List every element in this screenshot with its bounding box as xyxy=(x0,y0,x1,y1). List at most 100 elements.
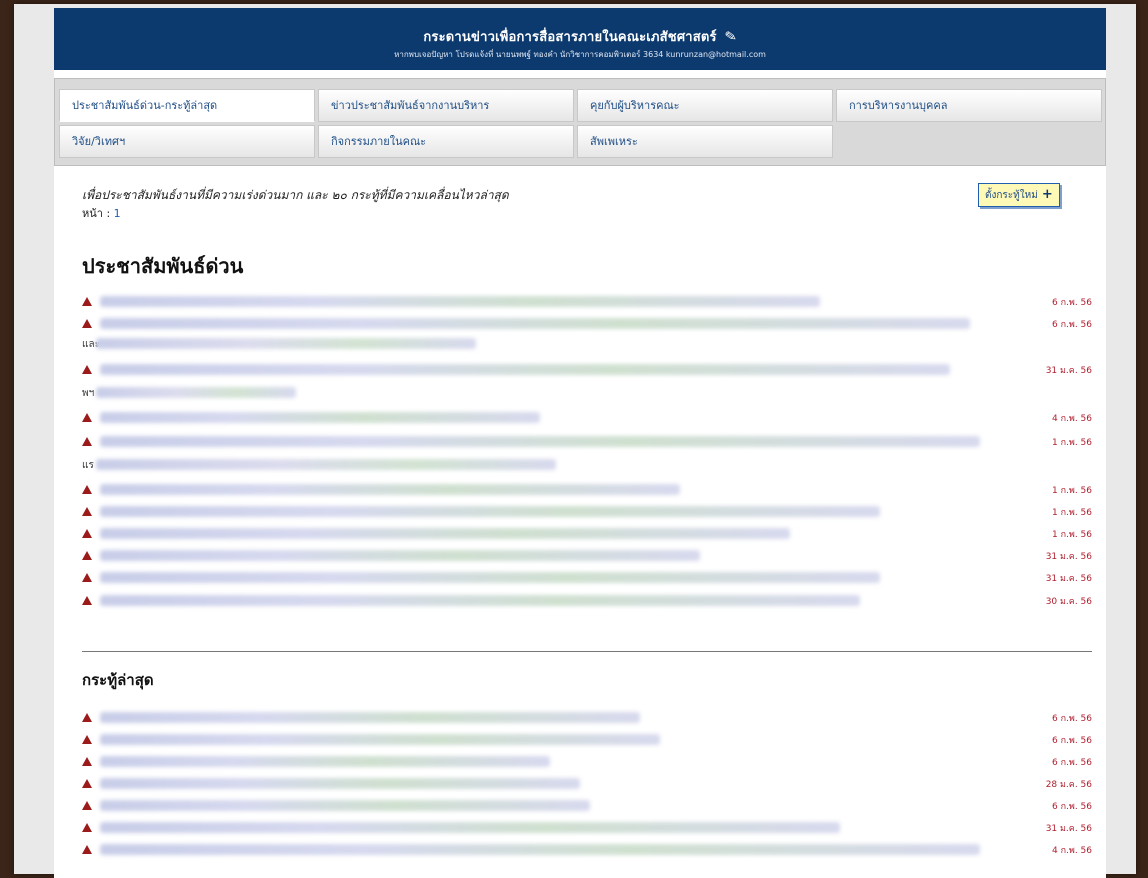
tab-talk-executives[interactable]: คุยกับผู้บริหารคณะ xyxy=(577,89,833,122)
board-container: กระดานข่าวเพื่อการสื่อสารภายในคณะเภสัชศา… xyxy=(54,8,1106,878)
topic-title-blurred[interactable] xyxy=(100,550,700,561)
list-item[interactable]: 6 ก.พ. 56 xyxy=(82,755,1092,769)
post-date: 30 ม.ค. 56 xyxy=(1045,597,1092,607)
topic-title-blurred[interactable] xyxy=(100,412,540,423)
list-item[interactable]: 28 ม.ค. 56 xyxy=(82,777,1092,791)
topic-triangle-icon xyxy=(82,507,92,516)
title-fragment: พฯ xyxy=(82,388,95,399)
topic-triangle-icon xyxy=(82,485,92,494)
topic-triangle-icon xyxy=(82,596,92,605)
list-item-continuation: แร xyxy=(82,458,1092,472)
list-item[interactable]: 6 ก.พ. 56 xyxy=(82,711,1092,725)
post-date: 31 ม.ค. 56 xyxy=(1045,824,1092,834)
topic-title-blurred[interactable] xyxy=(96,338,476,349)
latest-heading: กระทู้ล่าสุด xyxy=(82,671,154,689)
tab-activities[interactable]: กิจกรรมภายในคณะ xyxy=(318,125,574,158)
post-date: 6 ก.พ. 56 xyxy=(1051,736,1092,746)
post-date: 1 ก.พ. 56 xyxy=(1051,508,1092,518)
section-divider xyxy=(82,651,1092,652)
post-date: 6 ก.พ. 56 xyxy=(1051,802,1092,812)
post-date: 31 ม.ค. 56 xyxy=(1045,574,1092,584)
topic-triangle-icon xyxy=(82,823,92,832)
topic-title-blurred[interactable] xyxy=(100,734,660,745)
tab-misc[interactable]: สัพเพเหระ xyxy=(577,125,833,158)
list-item[interactable]: 6 ก.พ. 56 xyxy=(82,295,1092,309)
list-item[interactable]: 4 ก.พ. 56 xyxy=(82,843,1092,857)
topic-triangle-icon xyxy=(82,735,92,744)
post-date: 31 ม.ค. 56 xyxy=(1045,552,1092,562)
topic-title-blurred[interactable] xyxy=(96,459,556,470)
topic-title-blurred[interactable] xyxy=(100,296,820,307)
topic-title-blurred[interactable] xyxy=(100,572,880,583)
list-item[interactable]: 31 ม.ค. 56 xyxy=(82,363,1092,377)
topic-title-blurred[interactable] xyxy=(96,387,296,398)
topic-triangle-icon xyxy=(82,365,92,374)
topic-triangle-icon xyxy=(82,757,92,766)
topic-title-blurred[interactable] xyxy=(100,822,840,833)
post-date: 6 ก.พ. 56 xyxy=(1051,298,1092,308)
list-item[interactable]: 1 ก.พ. 56 xyxy=(82,527,1092,541)
list-item[interactable]: 6 ก.พ. 56 xyxy=(82,799,1092,813)
list-item[interactable]: 1 ก.พ. 56 xyxy=(82,435,1092,449)
pen-icon: ✎ xyxy=(723,28,738,46)
topic-triangle-icon xyxy=(82,551,92,560)
topic-title-blurred[interactable] xyxy=(100,844,980,855)
post-date: 4 ก.พ. 56 xyxy=(1051,414,1092,424)
topic-triangle-icon xyxy=(82,529,92,538)
board-description: เพื่อประชาสัมพันธ์งานที่มีความเร่งด่วนมา… xyxy=(82,188,509,202)
topic-title-blurred[interactable] xyxy=(100,712,640,723)
pagination: หน้า : 1 xyxy=(82,207,121,220)
list-item[interactable]: 4 ก.พ. 56 xyxy=(82,411,1092,425)
title-fragment: แร xyxy=(82,460,94,471)
topic-triangle-icon xyxy=(82,801,92,810)
topic-title-blurred[interactable] xyxy=(100,436,980,447)
post-date: 4 ก.พ. 56 xyxy=(1051,846,1092,856)
topic-triangle-icon xyxy=(82,845,92,854)
post-date: 31 ม.ค. 56 xyxy=(1045,366,1092,376)
topic-triangle-icon xyxy=(82,319,92,328)
list-item[interactable]: 31 ม.ค. 56 xyxy=(82,821,1092,835)
tab-personnel[interactable]: การบริหารงานบุคคล xyxy=(836,89,1102,122)
list-item[interactable]: 31 ม.ค. 56 xyxy=(82,549,1092,563)
list-item[interactable]: 30 ม.ค. 56 xyxy=(82,594,1092,608)
list-item[interactable]: 1 ก.พ. 56 xyxy=(82,505,1092,519)
page-link[interactable]: 1 xyxy=(114,207,121,220)
topic-title-blurred[interactable] xyxy=(100,484,680,495)
list-item[interactable]: 31 ม.ค. 56 xyxy=(82,571,1092,585)
new-topic-button[interactable]: ตั้งกระทู้ใหม่ + xyxy=(978,183,1060,207)
post-date: 6 ก.พ. 56 xyxy=(1051,758,1092,768)
topic-title-blurred[interactable] xyxy=(100,756,550,767)
topic-title-blurred[interactable] xyxy=(100,595,860,606)
post-date: 1 ก.พ. 56 xyxy=(1051,530,1092,540)
tab-research[interactable]: วิจัย/วิเทศฯ xyxy=(59,125,315,158)
post-date: 28 ม.ค. 56 xyxy=(1045,780,1092,790)
site-title: กระดานข่าวเพื่อการสื่อสารภายในคณะเภสัชศา… xyxy=(423,28,738,46)
list-item[interactable]: 6 ก.พ. 56 xyxy=(82,317,1092,331)
list-item-continuation: พฯ xyxy=(82,386,1092,400)
topic-title-blurred[interactable] xyxy=(100,778,580,789)
topic-title-blurred[interactable] xyxy=(100,800,590,811)
topic-title-blurred[interactable] xyxy=(100,318,970,329)
plus-icon: + xyxy=(1041,187,1053,202)
topic-title-blurred[interactable] xyxy=(100,506,880,517)
topic-triangle-icon xyxy=(82,437,92,446)
site-subtitle: หากพบเจอปัญหา โปรดแจ้งที่ นายนพพฐ์ ทองคำ… xyxy=(394,50,766,59)
site-header: กระดานข่าวเพื่อการสื่อสารภายในคณะเภสัชศา… xyxy=(54,8,1106,70)
topic-triangle-icon xyxy=(82,413,92,422)
topic-triangle-icon xyxy=(82,779,92,788)
list-item[interactable]: 6 ก.พ. 56 xyxy=(82,733,1092,747)
list-item[interactable]: 1 ก.พ. 56 xyxy=(82,483,1092,497)
topic-title-blurred[interactable] xyxy=(100,528,790,539)
topic-title-blurred[interactable] xyxy=(100,364,950,375)
tab-urgent-latest[interactable]: ประชาสัมพันธ์ด่วน-กระทู้ล่าสุด xyxy=(59,89,315,122)
post-date: 1 ก.พ. 56 xyxy=(1051,438,1092,448)
topic-triangle-icon xyxy=(82,297,92,306)
category-tabs: ประชาสัมพันธ์ด่วน-กระทู้ล่าสุด ข่าวประชา… xyxy=(54,78,1106,166)
page-frame: กระดานข่าวเพื่อการสื่อสารภายในคณะเภสัชศา… xyxy=(14,4,1136,878)
tab-admin-news[interactable]: ข่าวประชาสัมพันธ์จากงานบริหาร xyxy=(318,89,574,122)
topic-triangle-icon xyxy=(82,573,92,582)
post-date: 6 ก.พ. 56 xyxy=(1051,714,1092,724)
urgent-heading: ประชาสัมพันธ์ด่วน xyxy=(82,254,244,278)
topic-triangle-icon xyxy=(82,713,92,722)
post-date: 6 ก.พ. 56 xyxy=(1051,320,1092,330)
